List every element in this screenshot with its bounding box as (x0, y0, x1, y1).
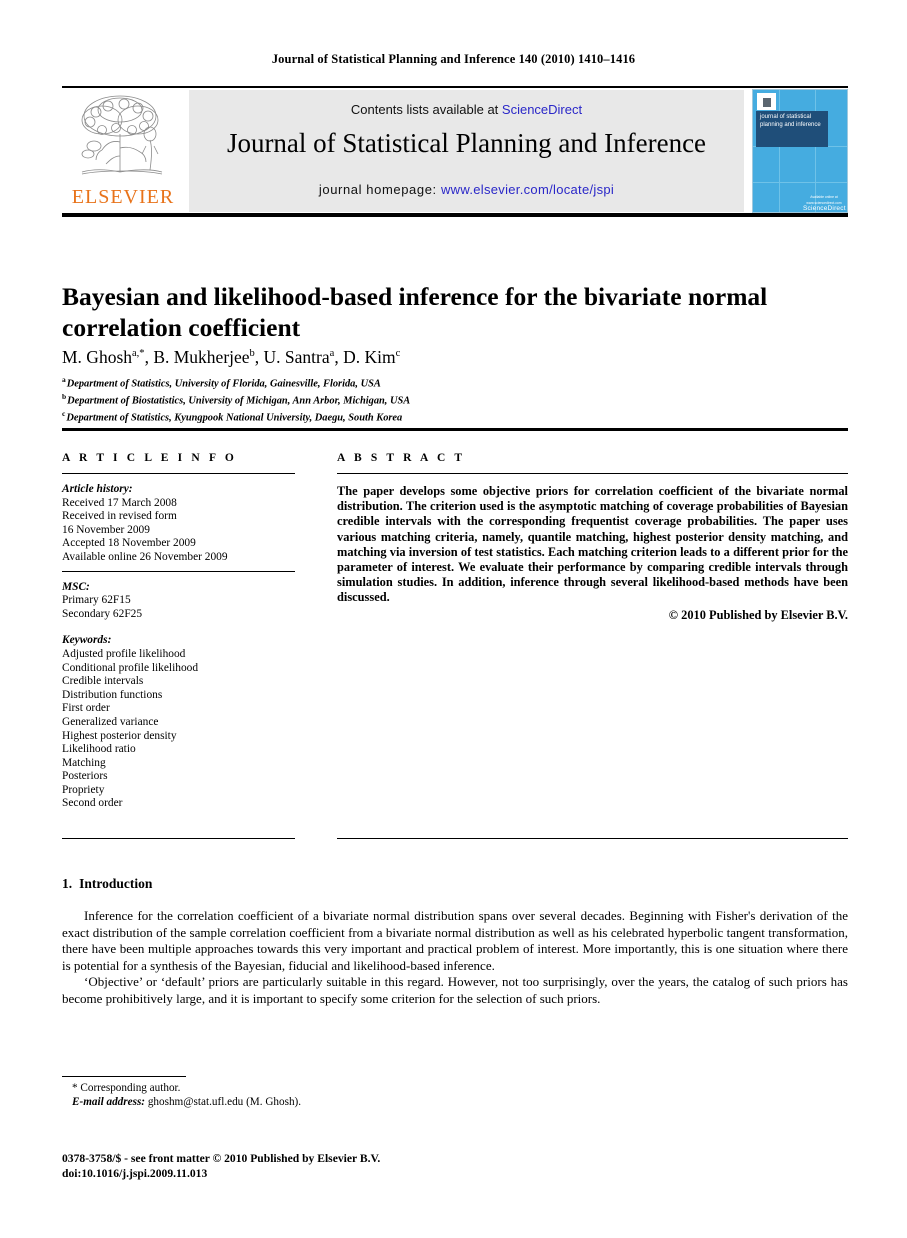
keyword-item: Likelihood ratio (62, 743, 136, 756)
author-entry: D. Kimc (343, 347, 400, 367)
history-item: 16 November 2009 (62, 523, 150, 536)
author-marks: a (329, 348, 335, 360)
elsevier-tree-icon (72, 90, 172, 184)
keyword-item: Propriety (62, 783, 105, 796)
keyword-item: First order (62, 702, 110, 715)
elsevier-wordmark: ELSEVIER (71, 186, 175, 208)
elsevier-logo: ELSEVIER (64, 90, 182, 212)
info-column-bottom-rule (62, 838, 295, 839)
corresponding-author-note: * Corresponding author. (72, 1082, 181, 1094)
cover-title-block: journal of statistical planning and infe… (756, 111, 828, 147)
author-entry: M. Ghosha,* (62, 347, 145, 367)
affiliation-text: Department of Biostatistics, University … (67, 395, 411, 407)
info-section-top-rule (62, 428, 848, 431)
cover-grid-line (753, 182, 847, 183)
keyword-item: Highest posterior density (62, 729, 177, 742)
history-item: Received in revised form (62, 510, 177, 523)
homepage-prefix: journal homepage: (318, 182, 441, 197)
affiliation-item: aDepartment of Statistics, University of… (62, 374, 822, 391)
abstract-text: The paper develops some objective priors… (337, 484, 848, 605)
author-marks: c (395, 348, 401, 360)
author-marks: a,* (132, 348, 145, 360)
author-name: D. Kim (343, 347, 396, 367)
abstract-column-bottom-rule (337, 838, 848, 839)
affiliation-list: aDepartment of Statistics, University of… (62, 374, 822, 425)
author-name: B. Mukherjee (153, 347, 250, 367)
issn-doi-block: 0378-3758/$ - see front matter © 2010 Pu… (62, 1152, 562, 1181)
keywords-block: Keywords: Adjusted profile likelihood Co… (62, 634, 295, 811)
tree-illustration (81, 95, 163, 175)
page-title: Bayesian and likelihood-based inference … (62, 282, 768, 343)
keyword-item: Conditional profile likelihood (62, 661, 199, 674)
masthead-top-rule (62, 86, 848, 88)
section-title: Introduction (79, 876, 153, 891)
running-head: Journal of Statistical Planning and Infe… (271, 52, 636, 66)
author-marks: b (249, 348, 255, 360)
cover-sciencedirect-logo: Available online at www.sciencedirect.co… (803, 194, 846, 212)
abstract-heading: A B S T R A C T (337, 452, 466, 464)
keywords-label: Keywords: (62, 634, 112, 647)
keyword-item: Matching (62, 756, 106, 769)
history-item: Available online 26 November 2009 (62, 550, 228, 563)
email-note: E-mail address: ghoshm@stat.ufl.edu (M. … (62, 1095, 492, 1109)
author-entry: U. Santraa (264, 347, 335, 367)
article-info-heading: A R T I C L E I N F O (62, 452, 237, 464)
abstract-copyright: © 2010 Published by Elsevier B.V. (668, 607, 848, 622)
keyword-item: Adjusted profile likelihood (62, 647, 186, 660)
author-entry: B. Mukherjeeb (153, 347, 254, 367)
email-value[interactable]: ghoshm@stat.ufl.edu (M. Ghosh). (148, 1096, 301, 1108)
msc-item: Secondary 62F25 (62, 607, 143, 620)
history-item: Accepted 18 November 2009 (62, 537, 196, 550)
body-content: Inference for the correlation coefficien… (62, 908, 848, 1008)
cover-logo-mark (763, 98, 771, 107)
author-name: M. Ghosh (62, 347, 133, 367)
keyword-item: Distribution functions (62, 688, 163, 701)
section-heading-introduction: 1. Introduction (62, 876, 152, 892)
abstract-heading-rule (337, 473, 848, 474)
paragraph: ‘Objective’ or ‘default’ priors are part… (62, 974, 848, 1006)
msc-item: Primary 62F15 (62, 594, 131, 607)
contents-prefix: Contents lists available at (350, 102, 502, 117)
article-info-heading-rule (62, 473, 295, 474)
contents-available-line: Contents lists available at ScienceDirec… (189, 102, 744, 117)
keyword-item: Generalized variance (62, 715, 159, 728)
history-item: Received 17 March 2008 (62, 496, 177, 509)
cover-elsevier-logo-icon (757, 93, 776, 110)
sciencedirect-link[interactable]: ScienceDirect (502, 102, 582, 117)
section-number: 1. (62, 876, 73, 891)
affiliation-text: Department of Statistics, University of … (66, 378, 381, 390)
affiliation-item: cDepartment of Statistics, Kyungpook Nat… (62, 408, 822, 425)
author-name: U. Santra (263, 347, 330, 367)
affiliation-text: Department of Statistics, Kyungpook Nati… (66, 412, 403, 424)
msc-label: MSC: (62, 580, 90, 593)
journal-banner: Contents lists available at ScienceDirec… (189, 90, 744, 212)
author-list: M. Ghosha,*, B. Mukherjeeb, U. Santraa, … (62, 347, 401, 367)
keyword-item: Credible intervals (62, 675, 144, 688)
paragraph: Inference for the correlation coefficien… (62, 908, 848, 973)
email-label: E-mail address: (72, 1096, 146, 1109)
msc-block: MSC: Primary 62F15 Secondary 62F25 (62, 581, 295, 622)
article-history-rule (62, 570, 295, 572)
keyword-item: Posteriors (62, 770, 108, 783)
affiliation-item: bDepartment of Biostatistics, University… (62, 391, 822, 408)
cover-grid-line (779, 90, 780, 212)
doi-line[interactable]: doi:10.1016/j.jspi.2009.11.013 (62, 1167, 562, 1182)
journal-masthead: ELSEVIER Contents lists available at Sci… (62, 86, 848, 217)
keyword-item: Second order (62, 797, 123, 810)
journal-homepage-line: journal homepage: www.elsevier.com/locat… (189, 182, 744, 197)
article-page: Journal of Statistical Planning and Infe… (0, 0, 907, 1238)
journal-homepage-link[interactable]: www.elsevier.com/locate/jspi (441, 182, 614, 197)
footnote-block: * Corresponding author. E-mail address: … (62, 1081, 492, 1110)
journal-title: Journal of Statistical Planning and Infe… (226, 128, 707, 158)
masthead-bottom-rule (62, 213, 848, 217)
footnote-rule (62, 1076, 186, 1077)
article-history-block: Article history: Received 17 March 2008 … (62, 483, 295, 565)
article-info-column: A R T I C L E I N F O Article history: R… (62, 452, 295, 811)
journal-cover-thumbnail: journal of statistical planning and infe… (752, 89, 848, 213)
article-history-label: Article history: (62, 483, 133, 495)
abstract-column: A B S T R A C T The paper develops some … (337, 452, 848, 623)
issn-line: 0378-3758/$ - see front matter © 2010 Pu… (62, 1152, 381, 1165)
